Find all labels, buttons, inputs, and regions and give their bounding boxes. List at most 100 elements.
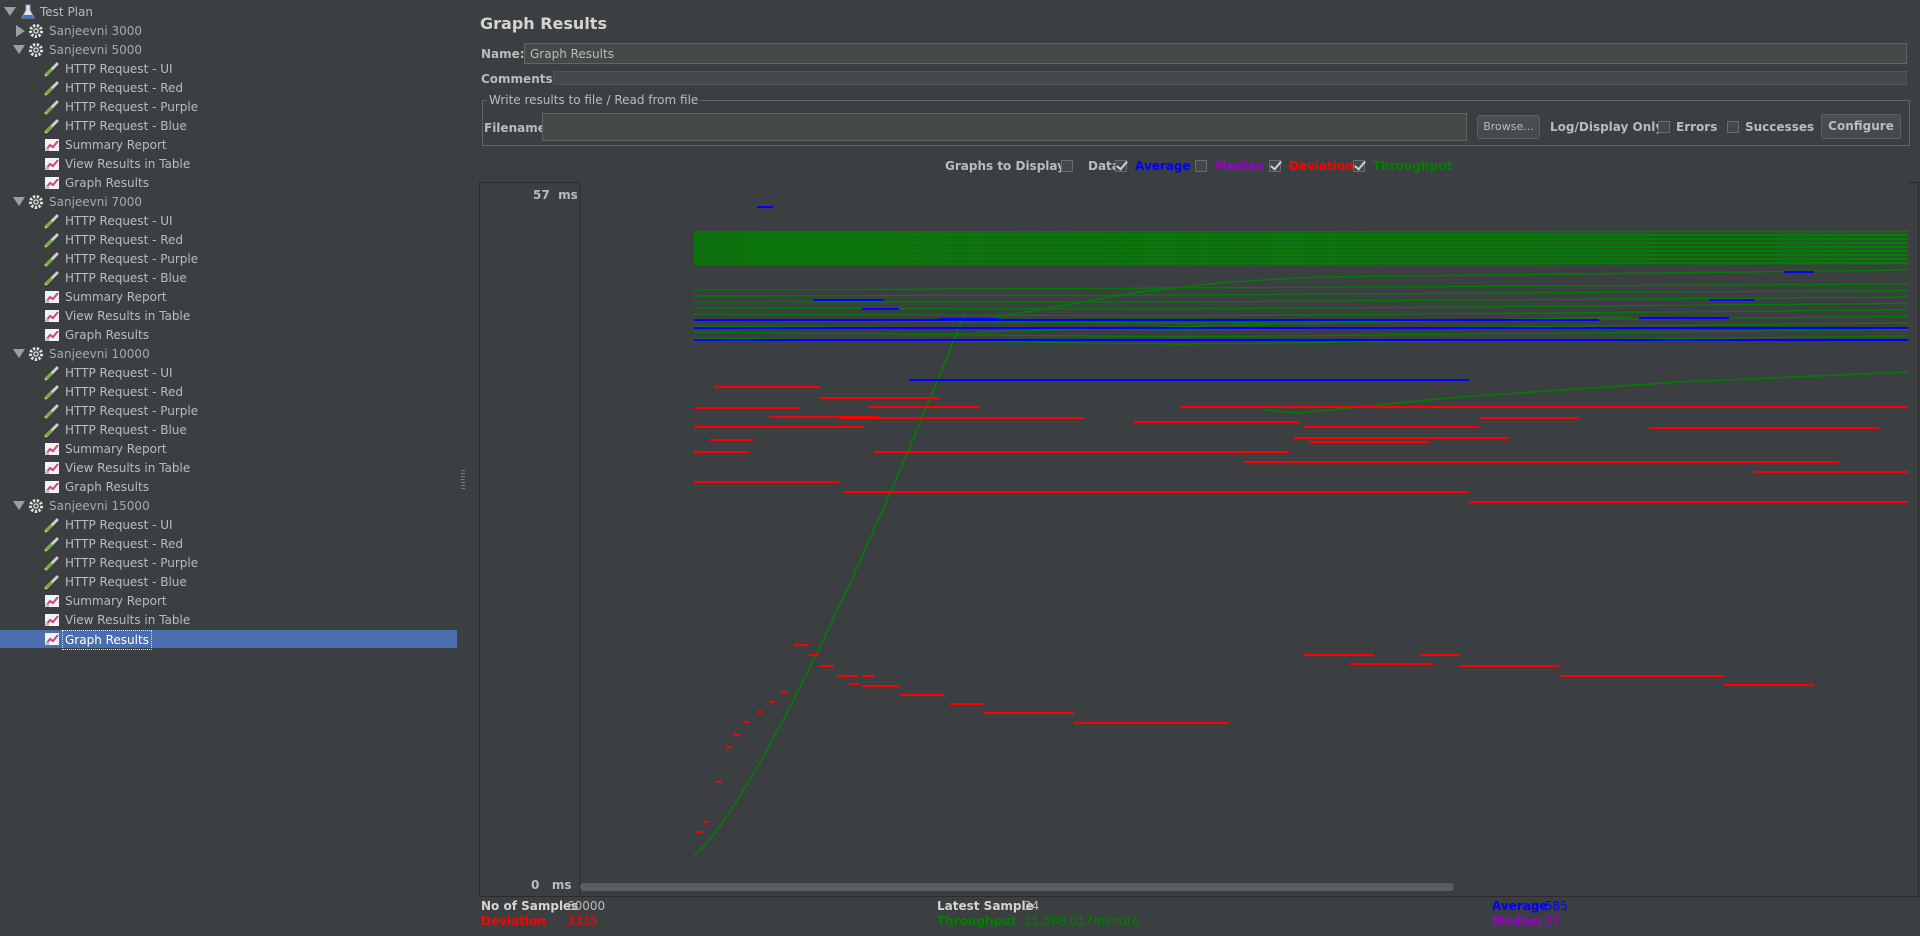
- toggle-throughput-label: Throughput: [1373, 159, 1453, 173]
- tree-item-label: HTTP Request - UI: [65, 214, 173, 228]
- gear-icon: [28, 194, 44, 210]
- throughput-trace: [693, 257, 1908, 260]
- throughput-trace: [693, 283, 1908, 291]
- tree-item[interactable]: Summary Report: [0, 288, 457, 306]
- tree-item-label: View Results in Table: [65, 461, 191, 475]
- tree-item-label: Sanjeevni 15000: [49, 499, 150, 513]
- tree-thread-group[interactable]: Sanjeevni 3000: [0, 22, 457, 40]
- tree-item-label: HTTP Request - UI: [65, 366, 173, 380]
- tree-item[interactable]: HTTP Request - Red: [0, 535, 457, 553]
- tree-item[interactable]: HTTP Request - UI: [0, 60, 457, 78]
- tree-item[interactable]: Graph Results: [0, 630, 457, 650]
- toggle-throughput-checkbox[interactable]: [1353, 160, 1365, 172]
- pipette-icon: [44, 574, 60, 590]
- tree-item-label: Graph Results: [65, 480, 149, 494]
- configure-button[interactable]: Configure: [1821, 114, 1901, 139]
- pipette-icon: [44, 555, 60, 571]
- throughput-trace: [693, 289, 1908, 297]
- comments-label: Comments:: [481, 72, 558, 86]
- pipette-icon: [44, 213, 60, 229]
- tree-thread-group[interactable]: Sanjeevni 7000: [0, 193, 457, 211]
- browse-button[interactable]: Browse...: [1477, 115, 1540, 139]
- tree-item[interactable]: Summary Report: [0, 592, 457, 610]
- tree-item[interactable]: HTTP Request - Purple: [0, 554, 457, 572]
- median-label: Median: [1492, 914, 1542, 928]
- tree-item[interactable]: View Results in Table: [0, 611, 457, 629]
- filename-input[interactable]: [542, 113, 1467, 141]
- average-value: 585: [1545, 899, 1568, 913]
- tree-thread-group[interactable]: Sanjeevni 15000: [0, 497, 457, 515]
- tree-item[interactable]: HTTP Request - Purple: [0, 250, 457, 268]
- errors-checkbox[interactable]: [1658, 121, 1670, 133]
- tree-thread-group[interactable]: Sanjeevni 10000: [0, 345, 457, 363]
- throughput-trace: [693, 262, 1908, 265]
- expand-down-icon[interactable]: [13, 501, 25, 510]
- tree-item-label: Sanjeevni 5000: [49, 43, 143, 57]
- tree-item[interactable]: View Results in Table: [0, 155, 457, 173]
- tree-item[interactable]: HTTP Request - Blue: [0, 573, 457, 591]
- tree-item[interactable]: HTTP Request - Purple: [0, 402, 457, 420]
- tree-item-label: HTTP Request - Red: [65, 385, 184, 399]
- toggle-data-checkbox[interactable]: [1061, 160, 1073, 172]
- tree-item[interactable]: HTTP Request - Blue: [0, 117, 457, 135]
- throughput-trace: [693, 242, 1908, 245]
- throughput-ramp: [693, 314, 965, 856]
- splitter-grip[interactable]: [461, 470, 465, 490]
- average-label: Average: [1492, 899, 1548, 913]
- chart-icon: [44, 631, 60, 647]
- tree-item[interactable]: HTTP Request - UI: [0, 364, 457, 382]
- tree-item-label: Summary Report: [65, 290, 167, 304]
- panel-splitter[interactable]: [459, 0, 468, 936]
- toggle-median-checkbox[interactable]: [1195, 160, 1207, 172]
- pipette-icon: [44, 232, 60, 248]
- name-input[interactable]: [524, 43, 1907, 64]
- expand-down-icon[interactable]: [13, 45, 25, 54]
- graph-results-panel: Graph Results Name: Comments: Write resu…: [469, 0, 1920, 936]
- chart-icon: [44, 612, 60, 628]
- graph-scrollbar[interactable]: [580, 883, 1454, 891]
- tree-item[interactable]: Graph Results: [0, 174, 457, 192]
- tree-item-label: HTTP Request - Blue: [65, 423, 187, 437]
- tree-item[interactable]: View Results in Table: [0, 307, 457, 325]
- tree-item-label: HTTP Request - UI: [65, 518, 173, 532]
- tree-item[interactable]: HTTP Request - Purple: [0, 98, 457, 116]
- toggle-average-label: Average: [1135, 159, 1191, 173]
- toggle-deviation-checkbox[interactable]: [1269, 160, 1281, 172]
- errors-label: Errors: [1676, 120, 1718, 134]
- throughput-trace: [693, 250, 1908, 253]
- pipette-icon: [44, 403, 60, 419]
- chart-icon: [44, 593, 60, 609]
- toggle-average-checkbox[interactable]: [1115, 160, 1127, 172]
- tree-item[interactable]: HTTP Request - Red: [0, 79, 457, 97]
- name-label: Name:: [481, 47, 525, 61]
- pipette-icon: [44, 536, 60, 552]
- test-plan-tree[interactable]: Test Plan Sanjeevni 3000 Sanjeevni 5000 HTT…: [0, 0, 460, 936]
- graph-canvas: [579, 182, 1908, 895]
- tree-item[interactable]: HTTP Request - Blue: [0, 269, 457, 287]
- chart-icon: [44, 175, 60, 191]
- successes-checkbox[interactable]: [1727, 121, 1739, 133]
- tree-item[interactable]: Graph Results: [0, 478, 457, 496]
- tree-root-test-plan[interactable]: Test Plan: [0, 3, 457, 21]
- tree-thread-group[interactable]: Sanjeevni 5000: [0, 41, 457, 59]
- tree-item[interactable]: Graph Results: [0, 326, 457, 344]
- tree-item-label: Sanjeevni 3000: [49, 24, 143, 38]
- expand-down-icon[interactable]: [13, 349, 25, 358]
- expand-down-icon[interactable]: [4, 7, 16, 16]
- tree-item[interactable]: View Results in Table: [0, 459, 457, 477]
- tree-item[interactable]: HTTP Request - Blue: [0, 421, 457, 439]
- chart-icon: [44, 156, 60, 172]
- successes-label: Successes: [1745, 120, 1815, 134]
- tree-item[interactable]: Summary Report: [0, 136, 457, 154]
- tree-item[interactable]: Summary Report: [0, 440, 457, 458]
- throughput-trace: [693, 230, 1908, 233]
- tree-item-label: Graph Results: [62, 630, 152, 650]
- expand-right-icon[interactable]: [16, 25, 25, 37]
- tree-item[interactable]: HTTP Request - Red: [0, 383, 457, 401]
- tree-item-label: HTTP Request - UI: [65, 62, 173, 76]
- tree-item[interactable]: HTTP Request - Red: [0, 231, 457, 249]
- expand-down-icon[interactable]: [13, 197, 25, 206]
- tree-item[interactable]: HTTP Request - UI: [0, 212, 457, 230]
- comments-input[interactable]: [553, 71, 1907, 85]
- tree-item[interactable]: HTTP Request - UI: [0, 516, 457, 534]
